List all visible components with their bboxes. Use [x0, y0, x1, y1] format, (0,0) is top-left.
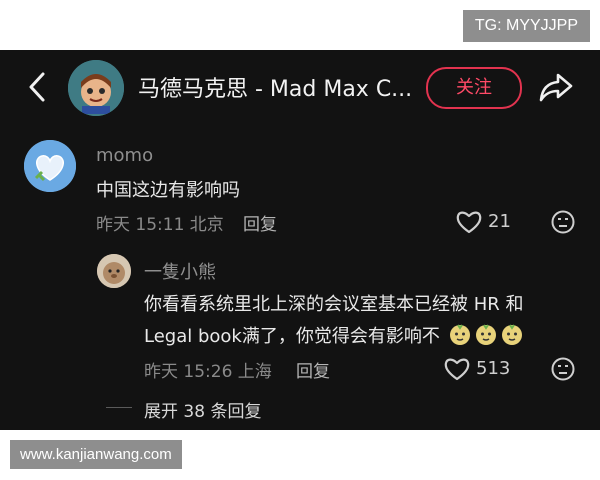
avatar-illustration: [97, 254, 131, 288]
dislike-face-icon[interactable]: [550, 356, 576, 382]
emoji-icon: [449, 324, 470, 345]
creator-avatar[interactable]: [68, 60, 124, 116]
watermark-top: TG: MYYJJPP: [462, 10, 590, 42]
comment-username[interactable]: 一隻小熊: [144, 258, 216, 284]
header: 马德马克思 - Mad Max C... 关注: [0, 50, 600, 124]
comment-username[interactable]: momo: [96, 145, 153, 166]
emoji-icon: [475, 324, 496, 345]
comment-text-line1: 你看看系统里北上深的会议室基本已经被 HR 和: [144, 294, 524, 315]
comment-text: 中国这边有影响吗: [96, 180, 240, 201]
like-count: 21: [488, 211, 511, 232]
dislike-face-icon[interactable]: [550, 209, 576, 235]
reply-button[interactable]: 回复: [296, 357, 330, 382]
follow-button[interactable]: 关注: [426, 67, 522, 109]
watermark-bottom: www.kanjianwang.com: [10, 440, 182, 469]
heart-icon[interactable]: [443, 356, 471, 382]
back-arrow-icon[interactable]: [26, 70, 48, 104]
avatar-illustration: [68, 60, 124, 116]
comment-text-line2-content: Legal book满了，你觉得会有影响不: [144, 326, 440, 347]
page-title: 马德马克思 - Mad Max C...: [138, 77, 413, 102]
share-icon[interactable]: [538, 70, 574, 104]
emoji-icon: [501, 324, 522, 345]
avatar[interactable]: [24, 140, 76, 192]
comment-timestamp: 昨天 15:26 上海: [144, 362, 272, 382]
avatar[interactable]: [97, 254, 131, 288]
comment-screen: 马德马克思 - Mad Max C... 关注 momo 中国这边有影响吗 昨天…: [0, 50, 600, 430]
comment-timestamp: 昨天 15:11 北京: [96, 215, 224, 235]
heart-icon[interactable]: [455, 209, 483, 235]
expand-replies-button[interactable]: 展开 38 条回复: [144, 397, 261, 422]
comment-text-line2: Legal book满了，你觉得会有影响不: [144, 322, 524, 348]
divider: [106, 407, 132, 408]
reply-button[interactable]: 回复: [243, 210, 277, 235]
like-count: 513: [476, 358, 511, 379]
avatar-illustration: [24, 140, 76, 192]
